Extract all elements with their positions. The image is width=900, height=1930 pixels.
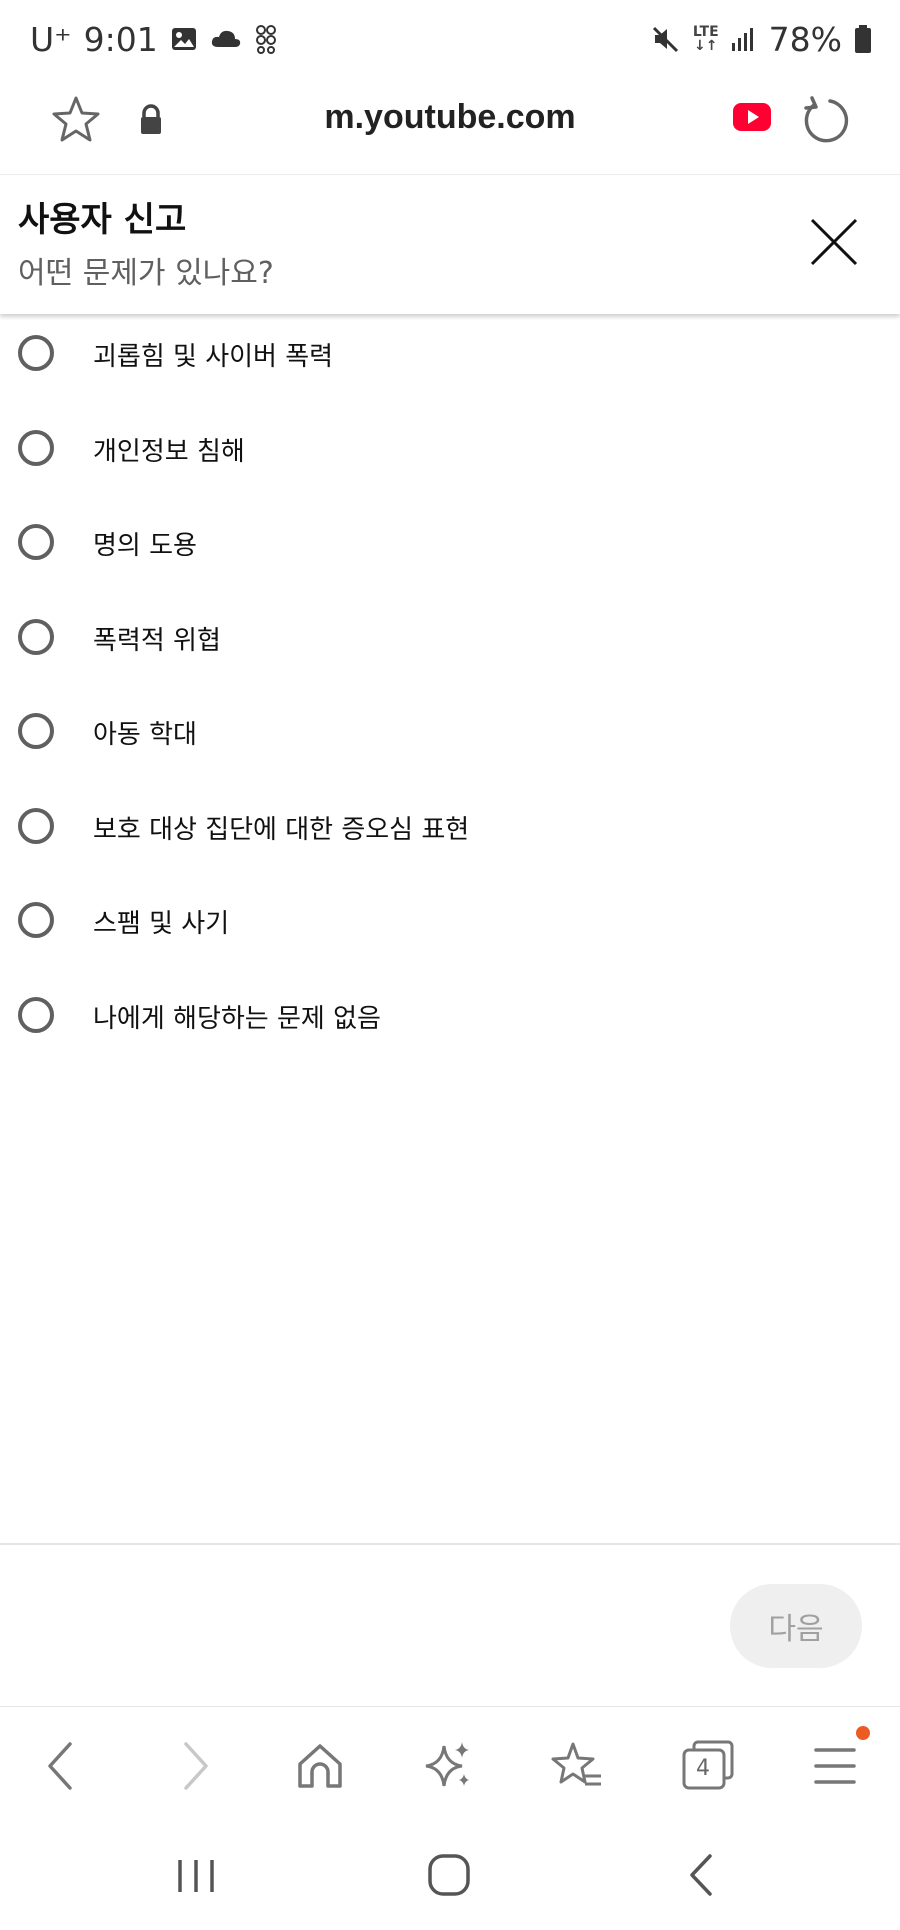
- recent-apps-icon[interactable]: [170, 1850, 222, 1906]
- radio-button[interactable]: [18, 902, 54, 938]
- option-child-abuse[interactable]: 아동 학대: [0, 698, 900, 768]
- radio-button[interactable]: [18, 335, 54, 371]
- option-label: 괴롭힘 및 사이버 폭력: [93, 342, 334, 372]
- next-button[interactable]: 다음: [730, 1584, 862, 1668]
- radio-button[interactable]: [18, 997, 54, 1033]
- option-impersonation[interactable]: 명의 도용: [0, 509, 900, 579]
- report-title: 사용자 신고: [18, 200, 187, 240]
- option-label: 명의 도용: [93, 531, 197, 561]
- bookmarks-icon[interactable]: [545, 1734, 609, 1798]
- radio-button[interactable]: [18, 713, 54, 749]
- signal-icon: [731, 26, 757, 52]
- option-label: 아동 학대: [93, 720, 197, 750]
- home-icon[interactable]: [288, 1734, 352, 1798]
- cloud-icon: [210, 27, 242, 51]
- forward-icon[interactable]: [162, 1734, 226, 1798]
- browser-toolbar: 4: [0, 1708, 900, 1820]
- menu-icon[interactable]: [804, 1734, 868, 1798]
- option-spam-scams[interactable]: 스팸 및 사기: [0, 887, 900, 957]
- app-icon: [254, 23, 280, 55]
- clock: 9:01: [83, 19, 158, 59]
- option-none-apply[interactable]: 나에게 해당하는 문제 없음: [0, 982, 900, 1052]
- carrier-label: U⁺: [30, 19, 72, 59]
- status-bar: U⁺ 9:01 LTE ↓↑ 78%: [0, 0, 900, 78]
- option-harassment[interactable]: 괴롭힘 및 사이버 폭력: [0, 320, 900, 390]
- gallery-icon: [170, 25, 198, 53]
- close-icon[interactable]: [808, 216, 860, 272]
- footer-divider: [0, 1543, 900, 1545]
- mute-icon: [651, 24, 681, 54]
- option-label: 스팸 및 사기: [93, 909, 230, 939]
- sparkle-icon[interactable]: [416, 1734, 480, 1798]
- option-label: 폭력적 위협: [93, 626, 221, 656]
- back-icon[interactable]: [30, 1734, 94, 1798]
- battery-percent: 78%: [768, 19, 842, 59]
- radio-button[interactable]: [18, 524, 54, 560]
- network-label: LTE ↓↑: [692, 24, 719, 54]
- battery-icon: [854, 24, 872, 54]
- url-bar: m.youtube.com: [0, 78, 900, 175]
- system-navbar: [0, 1820, 900, 1930]
- youtube-icon[interactable]: [732, 102, 772, 136]
- option-label: 보호 대상 집단에 대한 증오심 표현: [93, 815, 470, 845]
- option-label: 개인정보 침해: [93, 437, 245, 467]
- report-header: 사용자 신고 어떤 문제가 있나요?: [0, 176, 900, 314]
- nav-back-icon[interactable]: [674, 1848, 728, 1906]
- toolbar-divider: [0, 1706, 900, 1707]
- tabs-icon[interactable]: 4: [678, 1734, 742, 1798]
- home-circle-icon[interactable]: [422, 1848, 476, 1906]
- option-label: 나에게 해당하는 문제 없음: [93, 1004, 381, 1034]
- radio-button[interactable]: [18, 808, 54, 844]
- tab-count: 4: [696, 1756, 710, 1781]
- radio-button[interactable]: [18, 430, 54, 466]
- report-subtitle: 어떤 문제가 있나요?: [18, 256, 274, 291]
- option-hate-speech[interactable]: 보호 대상 집단에 대한 증오심 표현: [0, 793, 900, 863]
- option-violent-threats[interactable]: 폭력적 위협: [0, 604, 900, 674]
- option-privacy[interactable]: 개인정보 침해: [0, 415, 900, 485]
- notification-dot: [856, 1726, 870, 1740]
- radio-button[interactable]: [18, 619, 54, 655]
- reload-icon[interactable]: [800, 95, 850, 151]
